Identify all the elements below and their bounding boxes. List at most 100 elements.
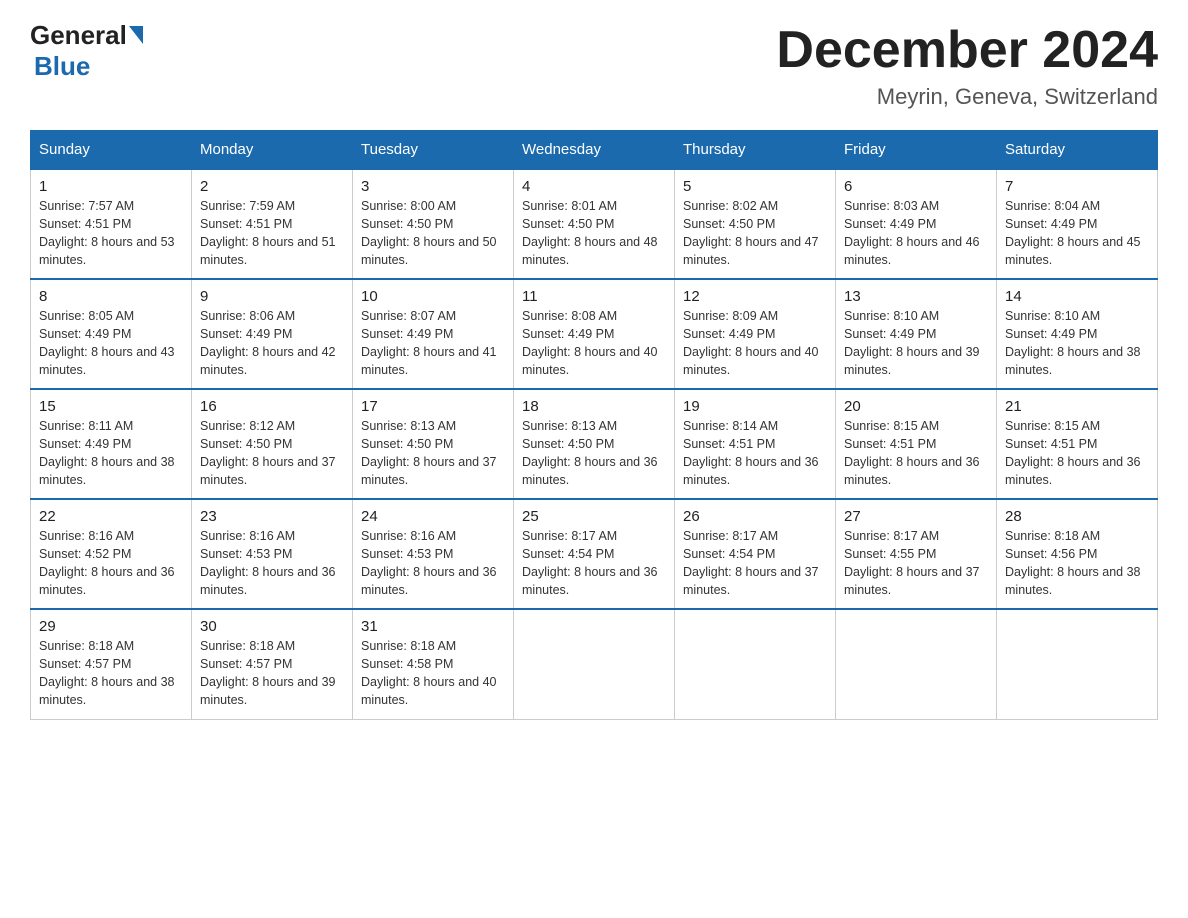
table-row: 21Sunrise: 8:15 AMSunset: 4:51 PMDayligh… <box>997 389 1158 499</box>
table-row: 24 Sunrise: 8:16 AMSunset: 4:53 PMDayligh… <box>353 499 514 609</box>
day-info: Sunrise: 8:07 AMSunset: 4:49 PMDaylight:… <box>361 309 497 377</box>
table-row: 12 Sunrise: 8:09 AMSunset: 4:49 PMDayligh… <box>675 279 836 389</box>
day-info: Sunrise: 8:18 AMSunset: 4:57 PMDaylight:… <box>200 639 336 707</box>
day-number: 5 <box>683 178 827 195</box>
day-info: Sunrise: 8:02 AMSunset: 4:50 PMDaylight:… <box>683 199 819 267</box>
table-row: 1 Sunrise: 7:57 AMSunset: 4:51 PMDaylight… <box>31 169 192 279</box>
day-info: Sunrise: 8:04 AMSunset: 4:49 PMDaylight:… <box>1005 199 1141 267</box>
week-row-1: 1 Sunrise: 7:57 AMSunset: 4:51 PMDaylight… <box>31 169 1158 279</box>
logo-general-text: General <box>30 20 127 51</box>
day-info: Sunrise: 8:17 AMSunset: 4:54 PMDaylight:… <box>683 529 819 597</box>
calendar-subtitle: Meyrin, Geneva, Switzerland <box>776 84 1158 110</box>
day-number: 10 <box>361 288 505 305</box>
table-row <box>836 609 997 719</box>
table-row: 10 Sunrise: 8:07 AMSunset: 4:49 PMDayligh… <box>353 279 514 389</box>
day-number: 14 <box>1005 288 1149 305</box>
table-row: 17Sunrise: 8:13 AMSunset: 4:50 PMDayligh… <box>353 389 514 499</box>
day-number: 18 <box>522 398 666 415</box>
table-row: 27 Sunrise: 8:17 AMSunset: 4:55 PMDayligh… <box>836 499 997 609</box>
day-info: Sunrise: 8:06 AMSunset: 4:49 PMDaylight:… <box>200 309 336 377</box>
title-block: December 2024 Meyrin, Geneva, Switzerlan… <box>776 20 1158 110</box>
logo-blue-text: Blue <box>34 51 90 81</box>
table-row: 22 Sunrise: 8:16 AMSunset: 4:52 PMDayligh… <box>31 499 192 609</box>
table-row: 25Sunrise: 8:17 AMSunset: 4:54 PMDayligh… <box>514 499 675 609</box>
table-row: 8 Sunrise: 8:05 AMSunset: 4:49 PMDaylight… <box>31 279 192 389</box>
day-info: Sunrise: 8:18 AMSunset: 4:58 PMDaylight:… <box>361 639 497 707</box>
table-row: 29 Sunrise: 8:18 AMSunset: 4:57 PMDayligh… <box>31 609 192 719</box>
table-row: 30Sunrise: 8:18 AMSunset: 4:57 PMDayligh… <box>192 609 353 719</box>
week-row-4: 22 Sunrise: 8:16 AMSunset: 4:52 PMDayligh… <box>31 499 1158 609</box>
day-number: 20 <box>844 398 988 415</box>
logo: General Blue <box>30 20 143 82</box>
logo-arrow-icon <box>129 26 143 44</box>
table-row: 14 Sunrise: 8:10 AMSunset: 4:49 PMDayligh… <box>997 279 1158 389</box>
calendar-table: SundayMondayTuesdayWednesdayThursdayFrid… <box>30 130 1158 720</box>
column-header-thursday: Thursday <box>675 131 836 170</box>
day-info: Sunrise: 8:10 AMSunset: 4:49 PMDaylight:… <box>1005 309 1141 377</box>
day-number: 31 <box>361 618 505 635</box>
day-info: Sunrise: 8:09 AMSunset: 4:49 PMDaylight:… <box>683 309 819 377</box>
column-header-friday: Friday <box>836 131 997 170</box>
day-number: 13 <box>844 288 988 305</box>
table-row: 19 Sunrise: 8:14 AMSunset: 4:51 PMDayligh… <box>675 389 836 499</box>
day-info: Sunrise: 8:16 AMSunset: 4:52 PMDaylight:… <box>39 529 175 597</box>
day-info: Sunrise: 8:15 AMSunset: 4:51 PMDaylight:… <box>1005 419 1141 487</box>
day-info: Sunrise: 8:18 AMSunset: 4:57 PMDaylight:… <box>39 639 175 707</box>
day-number: 7 <box>1005 178 1149 195</box>
day-number: 22 <box>39 508 183 525</box>
day-info: Sunrise: 8:16 AMSunset: 4:53 PMDaylight:… <box>361 529 497 597</box>
table-row: 5 Sunrise: 8:02 AMSunset: 4:50 PMDaylight… <box>675 169 836 279</box>
calendar-header-row: SundayMondayTuesdayWednesdayThursdayFrid… <box>31 131 1158 170</box>
table-row: 3Sunrise: 8:00 AMSunset: 4:50 PMDaylight… <box>353 169 514 279</box>
day-info: Sunrise: 7:57 AMSunset: 4:51 PMDaylight:… <box>39 199 175 267</box>
day-number: 27 <box>844 508 988 525</box>
day-info: Sunrise: 8:08 AMSunset: 4:49 PMDaylight:… <box>522 309 658 377</box>
day-info: Sunrise: 8:12 AMSunset: 4:50 PMDaylight:… <box>200 419 336 487</box>
table-row: 7 Sunrise: 8:04 AMSunset: 4:49 PMDaylight… <box>997 169 1158 279</box>
table-row: 28 Sunrise: 8:18 AMSunset: 4:56 PMDayligh… <box>997 499 1158 609</box>
day-number: 23 <box>200 508 344 525</box>
page-header: General Blue December 2024 Meyrin, Genev… <box>30 20 1158 110</box>
week-row-2: 8 Sunrise: 8:05 AMSunset: 4:49 PMDaylight… <box>31 279 1158 389</box>
table-row: 20 Sunrise: 8:15 AMSunset: 4:51 PMDayligh… <box>836 389 997 499</box>
day-number: 24 <box>361 508 505 525</box>
day-info: Sunrise: 8:00 AMSunset: 4:50 PMDaylight:… <box>361 199 497 267</box>
week-row-5: 29 Sunrise: 8:18 AMSunset: 4:57 PMDayligh… <box>31 609 1158 719</box>
day-info: Sunrise: 8:17 AMSunset: 4:54 PMDaylight:… <box>522 529 658 597</box>
day-info: Sunrise: 8:03 AMSunset: 4:49 PMDaylight:… <box>844 199 980 267</box>
day-info: Sunrise: 8:05 AMSunset: 4:49 PMDaylight:… <box>39 309 175 377</box>
column-header-tuesday: Tuesday <box>353 131 514 170</box>
table-row: 18 Sunrise: 8:13 AMSunset: 4:50 PMDayligh… <box>514 389 675 499</box>
table-row: 15 Sunrise: 8:11 AMSunset: 4:49 PMDayligh… <box>31 389 192 499</box>
day-info: Sunrise: 8:10 AMSunset: 4:49 PMDaylight:… <box>844 309 980 377</box>
table-row: 6 Sunrise: 8:03 AMSunset: 4:49 PMDaylight… <box>836 169 997 279</box>
column-header-monday: Monday <box>192 131 353 170</box>
table-row: 2Sunrise: 7:59 AMSunset: 4:51 PMDaylight… <box>192 169 353 279</box>
day-info: Sunrise: 8:15 AMSunset: 4:51 PMDaylight:… <box>844 419 980 487</box>
day-info: Sunrise: 8:18 AMSunset: 4:56 PMDaylight:… <box>1005 529 1141 597</box>
day-number: 29 <box>39 618 183 635</box>
day-number: 9 <box>200 288 344 305</box>
day-number: 12 <box>683 288 827 305</box>
day-number: 11 <box>522 288 666 305</box>
day-number: 6 <box>844 178 988 195</box>
table-row: 26 Sunrise: 8:17 AMSunset: 4:54 PMDayligh… <box>675 499 836 609</box>
day-number: 16 <box>200 398 344 415</box>
day-info: Sunrise: 8:11 AMSunset: 4:49 PMDaylight:… <box>39 419 175 487</box>
day-number: 15 <box>39 398 183 415</box>
table-row: 11 Sunrise: 8:08 AMSunset: 4:49 PMDayligh… <box>514 279 675 389</box>
day-info: Sunrise: 8:01 AMSunset: 4:50 PMDaylight:… <box>522 199 658 267</box>
day-info: Sunrise: 8:13 AMSunset: 4:50 PMDaylight:… <box>522 419 658 487</box>
day-info: Sunrise: 8:14 AMSunset: 4:51 PMDaylight:… <box>683 419 819 487</box>
column-header-sunday: Sunday <box>31 131 192 170</box>
day-number: 28 <box>1005 508 1149 525</box>
day-number: 19 <box>683 398 827 415</box>
table-row: 16 Sunrise: 8:12 AMSunset: 4:50 PMDayligh… <box>192 389 353 499</box>
day-number: 26 <box>683 508 827 525</box>
day-number: 8 <box>39 288 183 305</box>
day-number: 1 <box>39 178 183 195</box>
day-info: Sunrise: 8:17 AMSunset: 4:55 PMDaylight:… <box>844 529 980 597</box>
day-info: Sunrise: 8:13 AMSunset: 4:50 PMDaylight:… <box>361 419 497 487</box>
table-row: 23Sunrise: 8:16 AMSunset: 4:53 PMDayligh… <box>192 499 353 609</box>
table-row <box>675 609 836 719</box>
